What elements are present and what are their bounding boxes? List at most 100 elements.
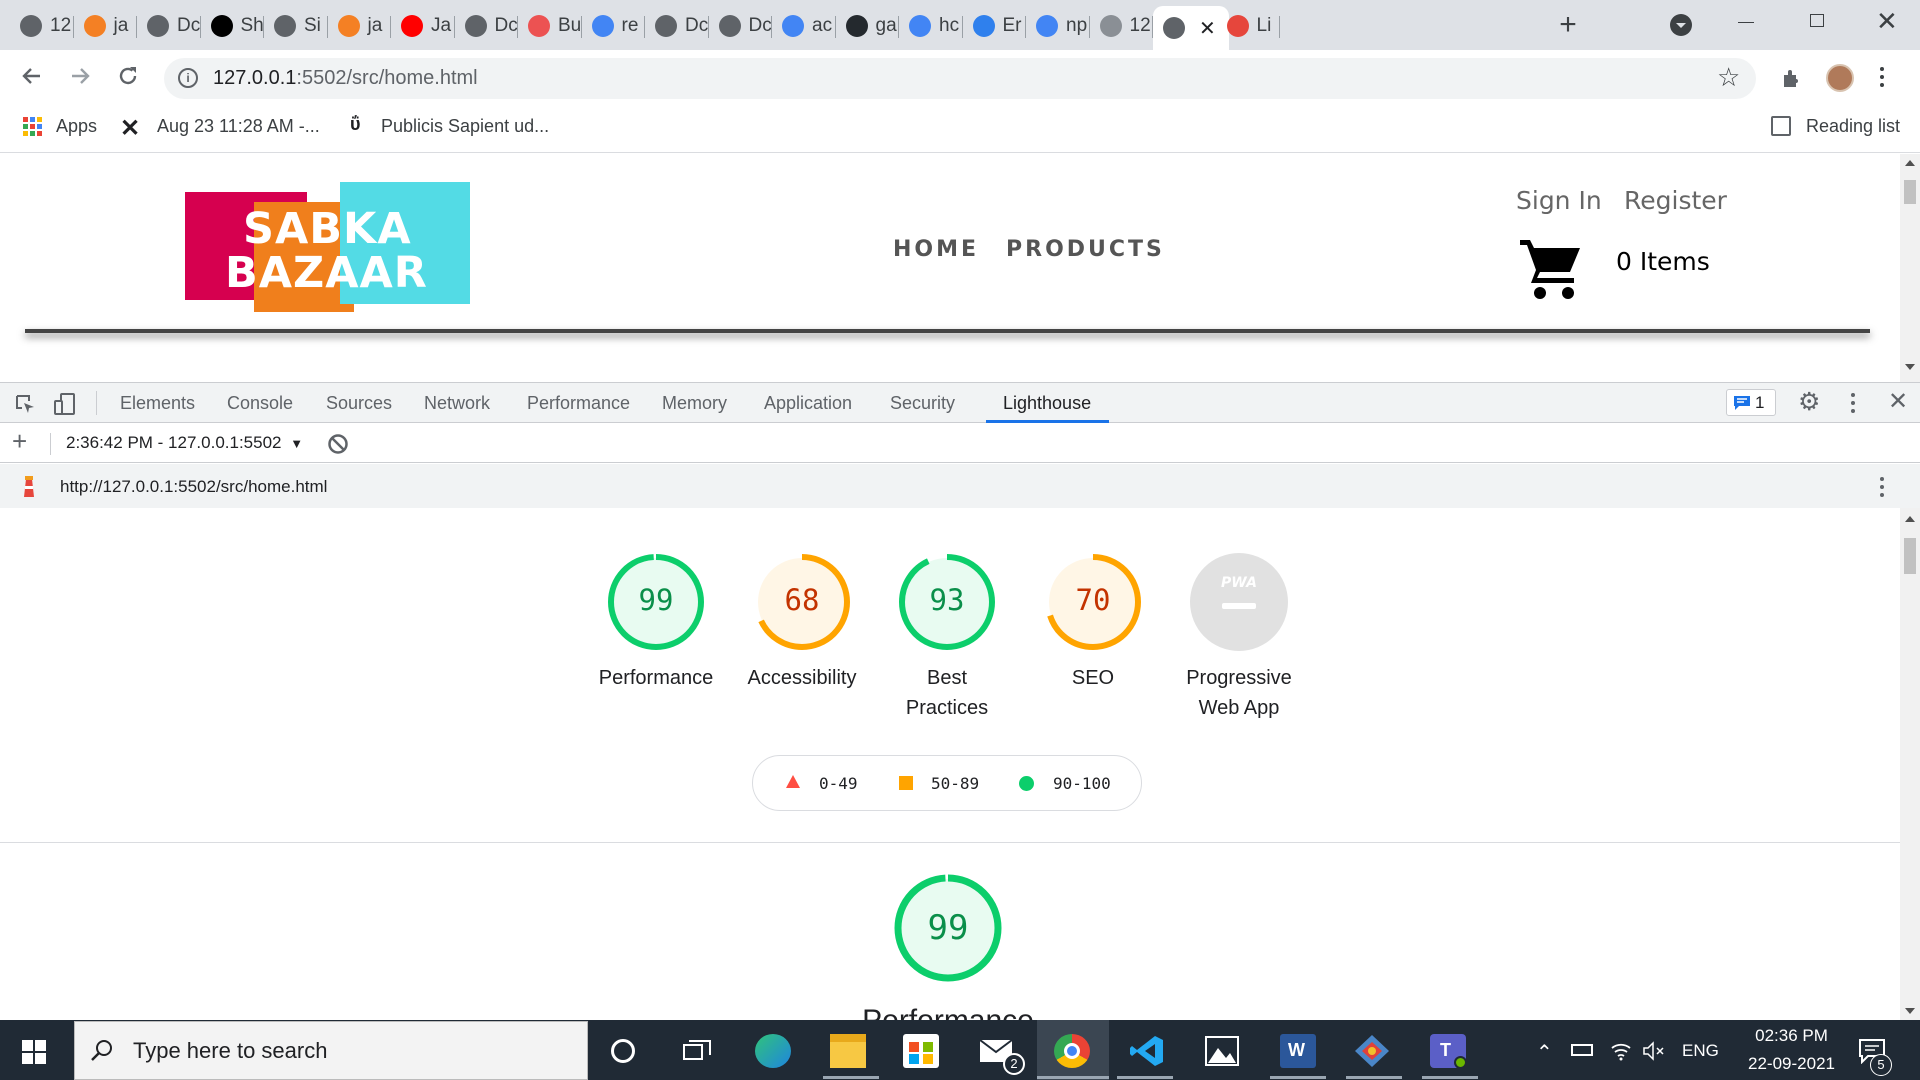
browser-tab[interactable]: Ja <box>391 6 455 46</box>
input-language[interactable]: ENG <box>1682 1041 1719 1061</box>
issues-counter[interactable]: 1 <box>1726 389 1776 416</box>
browser-tab[interactable]: re <box>582 6 645 46</box>
browser-tab[interactable]: Dc <box>709 6 772 46</box>
extensions-icon[interactable] <box>1780 66 1804 95</box>
tray-chevron-icon[interactable]: ⌃ <box>1536 1040 1553 1065</box>
nav-products[interactable]: PRODUCTS <box>1006 237 1165 262</box>
devtools-settings-icon[interactable]: ⚙ <box>1798 390 1820 415</box>
profile-avatar[interactable] <box>1826 64 1854 92</box>
browser-tab[interactable]: Dc <box>645 6 709 46</box>
bookmark-star-icon[interactable]: ☆ <box>1717 62 1740 93</box>
apps-grid-icon[interactable] <box>22 116 44 143</box>
gauge-best-practices[interactable]: 93 <box>898 553 996 651</box>
device-toolbar-icon[interactable] <box>54 392 76 421</box>
page-scrollbar[interactable] <box>1900 154 1920 382</box>
performance-big-gauge[interactable]: 99 <box>893 873 1003 983</box>
browser-tab[interactable]: Sh <box>201 6 264 46</box>
new-tab-button[interactable]: + <box>1552 10 1584 42</box>
page-scroll-down-icon[interactable] <box>1905 364 1915 370</box>
devtools-tab-elements[interactable]: Elements <box>120 393 195 414</box>
teams-icon[interactable]: T <box>1430 1034 1467 1069</box>
report-url[interactable]: http://127.0.0.1:5502/src/home.html <box>60 477 327 497</box>
devtools-close-icon[interactable]: ✕ <box>1888 387 1908 416</box>
bookmark-apps[interactable]: Apps <box>56 116 97 137</box>
browser-tab[interactable]: Li <box>1217 6 1280 46</box>
page-scroll-thumb[interactable] <box>1904 180 1916 204</box>
sign-in-link[interactable]: Sign In <box>1516 186 1602 215</box>
battery-icon[interactable] <box>1571 1044 1593 1056</box>
devtools-tab-performance[interactable]: Performance <box>527 393 630 414</box>
url-text[interactable]: 127.0.0.1:5502/src/home.html <box>213 67 478 90</box>
bookmark-1[interactable]: Aug 23 11:28 AM -... <box>157 116 320 137</box>
photos-icon[interactable] <box>1204 1034 1240 1068</box>
devtools-tab-application[interactable]: Application <box>764 393 852 414</box>
tab-search-icon[interactable] <box>1670 14 1692 36</box>
clock-time[interactable]: 02:36 PM <box>1744 1026 1839 1046</box>
file-explorer-icon[interactable] <box>830 1034 866 1068</box>
browser-tab[interactable]: Er <box>963 6 1026 46</box>
bookmark-2[interactable]: Publicis Sapient ud... <box>381 116 549 137</box>
devtools-scroll-thumb[interactable] <box>1904 538 1916 574</box>
minimize-window-icon[interactable] <box>1738 22 1754 23</box>
report-selector[interactable]: 2:36:42 PM - 127.0.0.1:5502 ▼ <box>66 433 303 453</box>
vscode-icon[interactable] <box>1129 1034 1165 1068</box>
git-gui-icon[interactable] <box>1354 1034 1390 1068</box>
devtools-tab-sources[interactable]: Sources <box>326 393 392 414</box>
gauge-accessibility[interactable]: 68 <box>753 553 851 651</box>
inspect-element-icon[interactable] <box>14 393 36 420</box>
report-menu-icon[interactable] <box>1880 477 1884 502</box>
browser-tab[interactable]: 12 <box>10 6 74 46</box>
devtools-tab-lighthouse[interactable]: Lighthouse <box>1003 393 1091 414</box>
volume-muted-icon[interactable] <box>1642 1040 1666 1067</box>
site-logo[interactable]: SABKA BAZAAR <box>185 182 470 312</box>
task-view-icon[interactable] <box>683 1038 711 1069</box>
restore-window-icon[interactable] <box>1810 14 1824 27</box>
forward-icon[interactable] <box>68 64 92 93</box>
edge-icon[interactable] <box>755 1034 791 1068</box>
browser-tab[interactable]: 12 <box>1090 6 1153 46</box>
devtools-scroll-up-icon[interactable] <box>1905 516 1915 522</box>
pwa-gauge[interactable]: PWA <box>1190 553 1288 651</box>
wifi-icon[interactable] <box>1610 1040 1632 1067</box>
taskbar-search-box[interactable]: Type here to search <box>74 1021 588 1080</box>
browser-tab[interactable]: ja <box>328 6 391 46</box>
reading-list[interactable]: Reading list <box>1806 116 1900 137</box>
browser-tab[interactable]: ac <box>772 6 836 46</box>
browser-tab[interactable]: ja <box>74 6 137 46</box>
devtools-scroll-down-icon[interactable] <box>1905 1008 1915 1014</box>
devtools-tab-network[interactable]: Network <box>424 393 490 414</box>
browser-tab[interactable]: hc <box>899 6 963 46</box>
word-icon[interactable]: W <box>1280 1034 1316 1068</box>
chrome-icon[interactable] <box>1054 1034 1090 1068</box>
devtools-scrollbar[interactable] <box>1900 508 1920 1021</box>
devtools-tab-memory[interactable]: Memory <box>662 393 727 414</box>
browser-tab[interactable]: Dc <box>455 6 518 46</box>
nav-home[interactable]: HOME <box>893 237 979 262</box>
browser-tab[interactable]: Si <box>264 6 328 46</box>
gauge-seo[interactable]: 70 <box>1044 553 1142 651</box>
register-link[interactable]: Register <box>1624 186 1727 215</box>
devtools-tab-security[interactable]: Security <box>890 393 955 414</box>
browser-tab[interactable]: np <box>1026 6 1090 46</box>
browser-tab[interactable]: Dc <box>137 6 201 46</box>
reload-icon[interactable] <box>116 64 140 93</box>
devtools-tab-console[interactable]: Console <box>227 393 293 414</box>
close-tab-icon[interactable]: ✕ <box>1199 16 1216 41</box>
clock-date[interactable]: 22-09-2021 <box>1734 1054 1849 1074</box>
windows-start-icon[interactable] <box>22 1040 46 1069</box>
store-icon[interactable] <box>903 1034 939 1068</box>
back-icon[interactable] <box>20 64 44 93</box>
cart-icon[interactable] <box>1518 236 1584 307</box>
browser-menu-icon[interactable] <box>1880 66 1884 88</box>
new-report-button[interactable]: + <box>12 426 27 457</box>
browser-tab[interactable]: ga <box>836 6 899 46</box>
cortana-icon[interactable] <box>611 1039 635 1063</box>
devtools-menu-icon[interactable] <box>1851 393 1855 418</box>
close-window-icon[interactable]: ✕ <box>1876 6 1898 37</box>
browser-tab[interactable]: Bu <box>518 6 582 46</box>
page-scroll-up-icon[interactable] <box>1905 160 1915 166</box>
site-info-icon[interactable]: i <box>178 68 198 88</box>
gauge-performance[interactable]: 99 <box>607 553 705 651</box>
cart-count[interactable]: 0 Items <box>1616 247 1710 276</box>
clear-reports-icon[interactable] <box>327 433 349 460</box>
